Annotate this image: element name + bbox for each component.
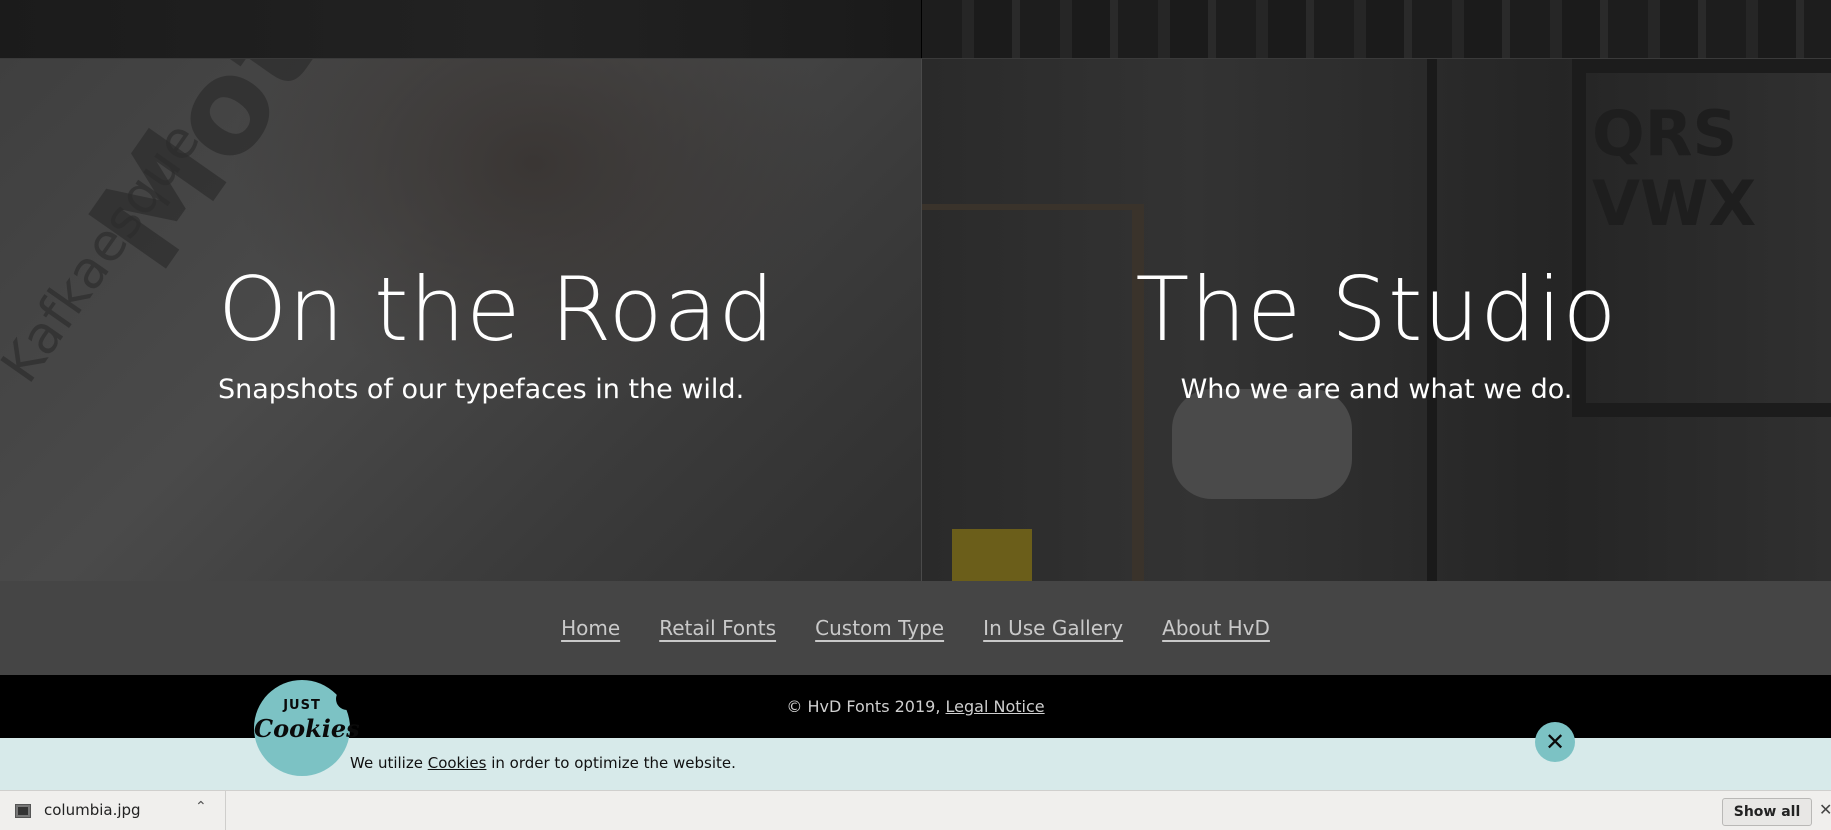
copyright-text: © HvD Fonts 2019, [786,697,946,716]
close-icon: ✕ [1544,728,1566,756]
on-the-road-subtitle: Snapshots of our typefaces in the wild. [218,374,745,405]
cookie-message: We utilize Cookies in order to optimize … [350,754,736,772]
just-cookies-logo: JUST Cookies [254,680,360,776]
the-studio-panel[interactable]: QRS VWX The Studio Who we are and what we… [922,59,1831,581]
on-the-road-panel[interactable]: Motor Kafkaesque On the Road Snapshots o… [0,59,921,581]
footer-nav: Home Retail Fonts Custom Type In Use Gal… [0,581,1831,675]
download-bar-close-icon[interactable]: ✕ [1819,800,1831,819]
the-studio-content: The Studio Who we are and what we do. [922,254,1831,410]
footer-nav-custom-type[interactable]: Custom Type [815,581,944,675]
download-file-name: columbia.jpg [44,801,141,819]
cookie-text-before: We utilize [350,754,428,772]
background-photo-sign [952,529,1032,581]
on-the-road-title[interactable]: On the Road [218,254,775,366]
top-strip-right-image [922,0,1831,59]
footer-nav-retail-fonts[interactable]: Retail Fonts [659,581,776,675]
background-photo-poster: QRS VWX [1592,97,1757,240]
cookie-text-after: in order to optimize the website. [486,754,736,772]
the-studio-title[interactable]: The Studio [922,254,1831,366]
footer-nav-about-hvd[interactable]: About HvD [1162,581,1270,675]
the-studio-subtitle: Who we are and what we do. [1180,374,1573,405]
legal-notice-link[interactable]: Legal Notice [946,697,1045,716]
on-the-road-content: On the Road Snapshots of our typefaces i… [218,254,775,410]
top-image-strip [0,0,1831,59]
image-file-icon [15,804,31,818]
chevron-up-icon[interactable]: ⌃ [195,799,207,815]
top-strip-left-image [0,0,921,59]
footer-nav-in-use-gallery[interactable]: In Use Gallery [983,581,1123,675]
show-all-button[interactable]: Show all [1722,798,1812,826]
cookies-link[interactable]: Cookies [428,754,487,772]
cookie-logo-top-text: JUST [283,698,321,713]
background-photo-lettering-secondary: Kafkaesque [0,112,213,394]
cookie-close-button[interactable]: ✕ [1535,722,1575,762]
download-item[interactable]: columbia.jpg ⌃ [0,791,226,830]
cookie-logo-bottom-text: Cookies [254,714,360,743]
footer-nav-home[interactable]: Home [561,581,620,675]
download-bar: columbia.jpg ⌃ Show all ✕ [0,790,1831,830]
